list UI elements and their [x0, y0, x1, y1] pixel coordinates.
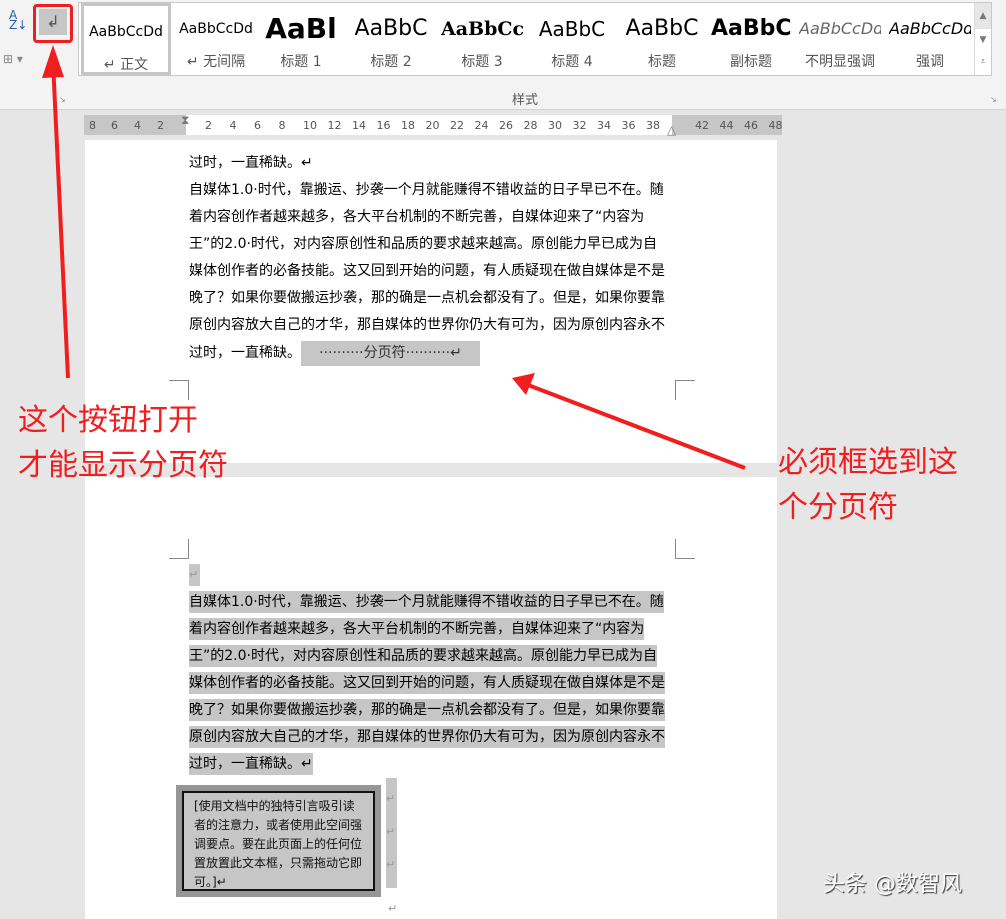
arrow-head-icon	[42, 45, 64, 78]
arrow-to-page-break	[528, 385, 745, 468]
watermark: 头条 @数智风	[823, 866, 962, 898]
arrow-head-icon	[512, 373, 535, 395]
arrow-to-button	[53, 62, 68, 378]
annotation-right: 必须框选到这个分页符	[778, 440, 958, 530]
annotation-left: 这个按钮打开才能显示分页符	[18, 398, 228, 488]
